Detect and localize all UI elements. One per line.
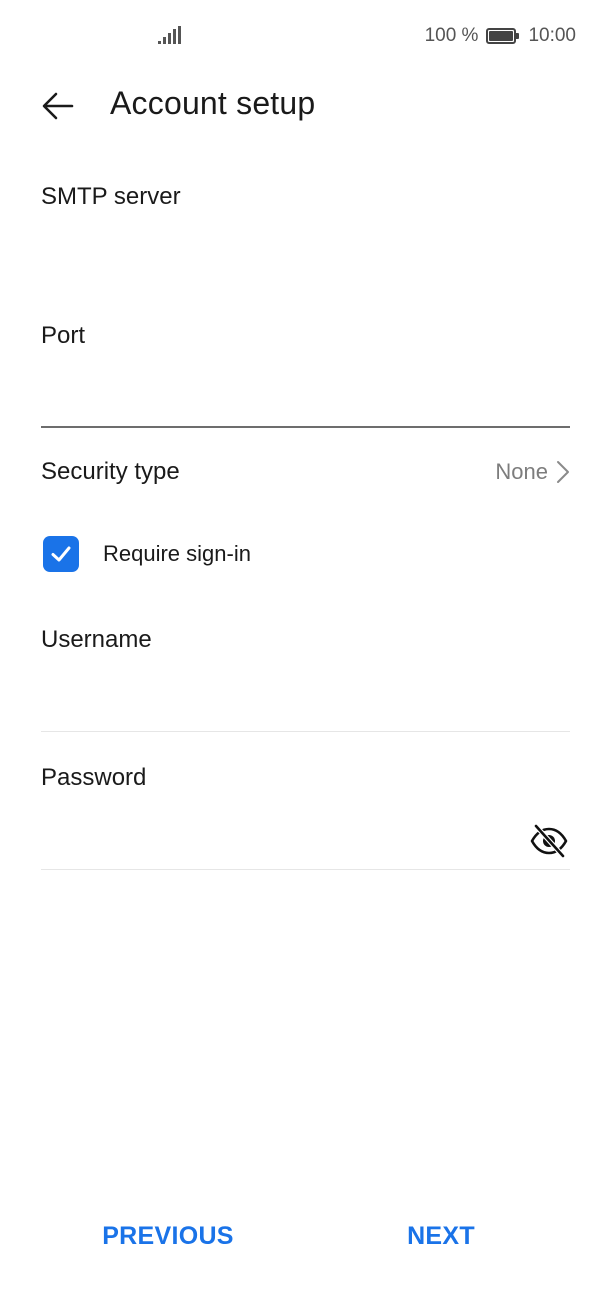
checkmark-icon (51, 546, 71, 562)
chevron-right-icon (557, 461, 569, 483)
signal-icon (158, 26, 181, 44)
eye-off-icon (530, 824, 568, 858)
username-input[interactable] (41, 676, 570, 722)
status-right: 100 % 10:00 (425, 24, 576, 48)
require-signin-checkbox[interactable] (43, 536, 79, 572)
status-bar: 100 % 10:00 (0, 0, 610, 72)
password-field: Password (41, 764, 570, 864)
account-setup-screen: 100 % 10:00 Account setup SMTP server Po… (0, 0, 610, 1306)
password-underline (41, 869, 570, 870)
require-signin-label: Require sign-in (103, 541, 251, 566)
password-input[interactable] (41, 818, 521, 864)
page-title: Account setup (110, 85, 316, 121)
security-type-value-wrap: None (495, 459, 570, 485)
security-type-label: Security type (41, 458, 180, 485)
port-underline (41, 426, 570, 428)
require-signin-row[interactable]: Require sign-in (43, 535, 251, 573)
smtp-server-label: SMTP server (41, 183, 181, 210)
smtp-server-input[interactable] (41, 233, 570, 279)
port-field: Port (41, 322, 570, 418)
username-field: Username (41, 626, 570, 722)
security-type-row[interactable]: Security type None (41, 448, 570, 496)
next-button[interactable]: NEXT (390, 1212, 492, 1260)
port-label: Port (41, 322, 86, 349)
port-input[interactable] (41, 372, 570, 418)
security-type-value: None (495, 459, 548, 484)
battery-icon (486, 28, 520, 44)
back-button[interactable] (36, 84, 80, 128)
battery-percent: 100 % (424, 25, 479, 46)
previous-button[interactable]: PREVIOUS (88, 1212, 248, 1260)
password-label: Password (41, 764, 147, 791)
username-label: Username (41, 626, 152, 653)
back-arrow-icon (42, 92, 74, 120)
smtp-server-field: SMTP server (41, 183, 570, 279)
password-visibility-toggle[interactable] (528, 820, 570, 862)
app-header: Account setup (0, 78, 610, 134)
clock: 10:00 (528, 25, 576, 46)
username-underline (41, 731, 570, 732)
